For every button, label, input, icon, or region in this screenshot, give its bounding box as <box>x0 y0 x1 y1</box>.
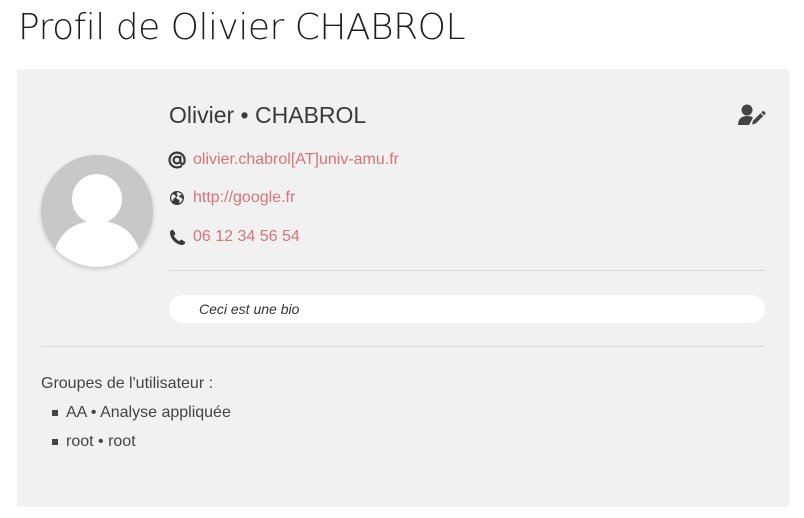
divider <box>169 270 765 271</box>
globe-icon <box>167 188 187 208</box>
phone-icon <box>167 227 187 247</box>
profile-name: Olivier • CHABROL <box>169 102 367 128</box>
group-item: AA • Analyse appliquée <box>52 402 231 431</box>
avatar <box>41 155 153 267</box>
page-title: Profil de Olivier CHABROL <box>18 7 466 48</box>
phone-link[interactable]: 06 12 34 56 54 <box>193 228 300 246</box>
groups-list: AA • Analyse appliquée root • root <box>52 402 231 460</box>
groups-label: Groupes de l'utilisateur : <box>41 375 214 392</box>
bullet-icon <box>52 410 58 416</box>
email-row: olivier.chabrol[AT]univ-amu.fr <box>167 149 399 171</box>
profile-card: Olivier • CHABROL olivier.chabrol[AT]uni… <box>17 69 789 507</box>
divider <box>41 346 765 347</box>
user-edit-icon <box>738 104 766 125</box>
group-item-label: AA • Analyse appliquée <box>66 404 231 421</box>
edit-profile-button[interactable] <box>737 103 767 127</box>
bullet-icon <box>52 439 58 445</box>
bio-text: Ceci est une bio <box>169 295 765 323</box>
user-silhouette-icon <box>41 155 153 267</box>
website-row: http://google.fr <box>167 187 295 209</box>
group-item-label: root • root <box>66 433 136 450</box>
phone-row: 06 12 34 56 54 <box>167 226 300 248</box>
website-link[interactable]: http://google.fr <box>193 189 295 207</box>
email-link[interactable]: olivier.chabrol[AT]univ-amu.fr <box>193 151 399 169</box>
group-item: root • root <box>52 431 231 460</box>
at-sign-icon <box>167 150 187 170</box>
